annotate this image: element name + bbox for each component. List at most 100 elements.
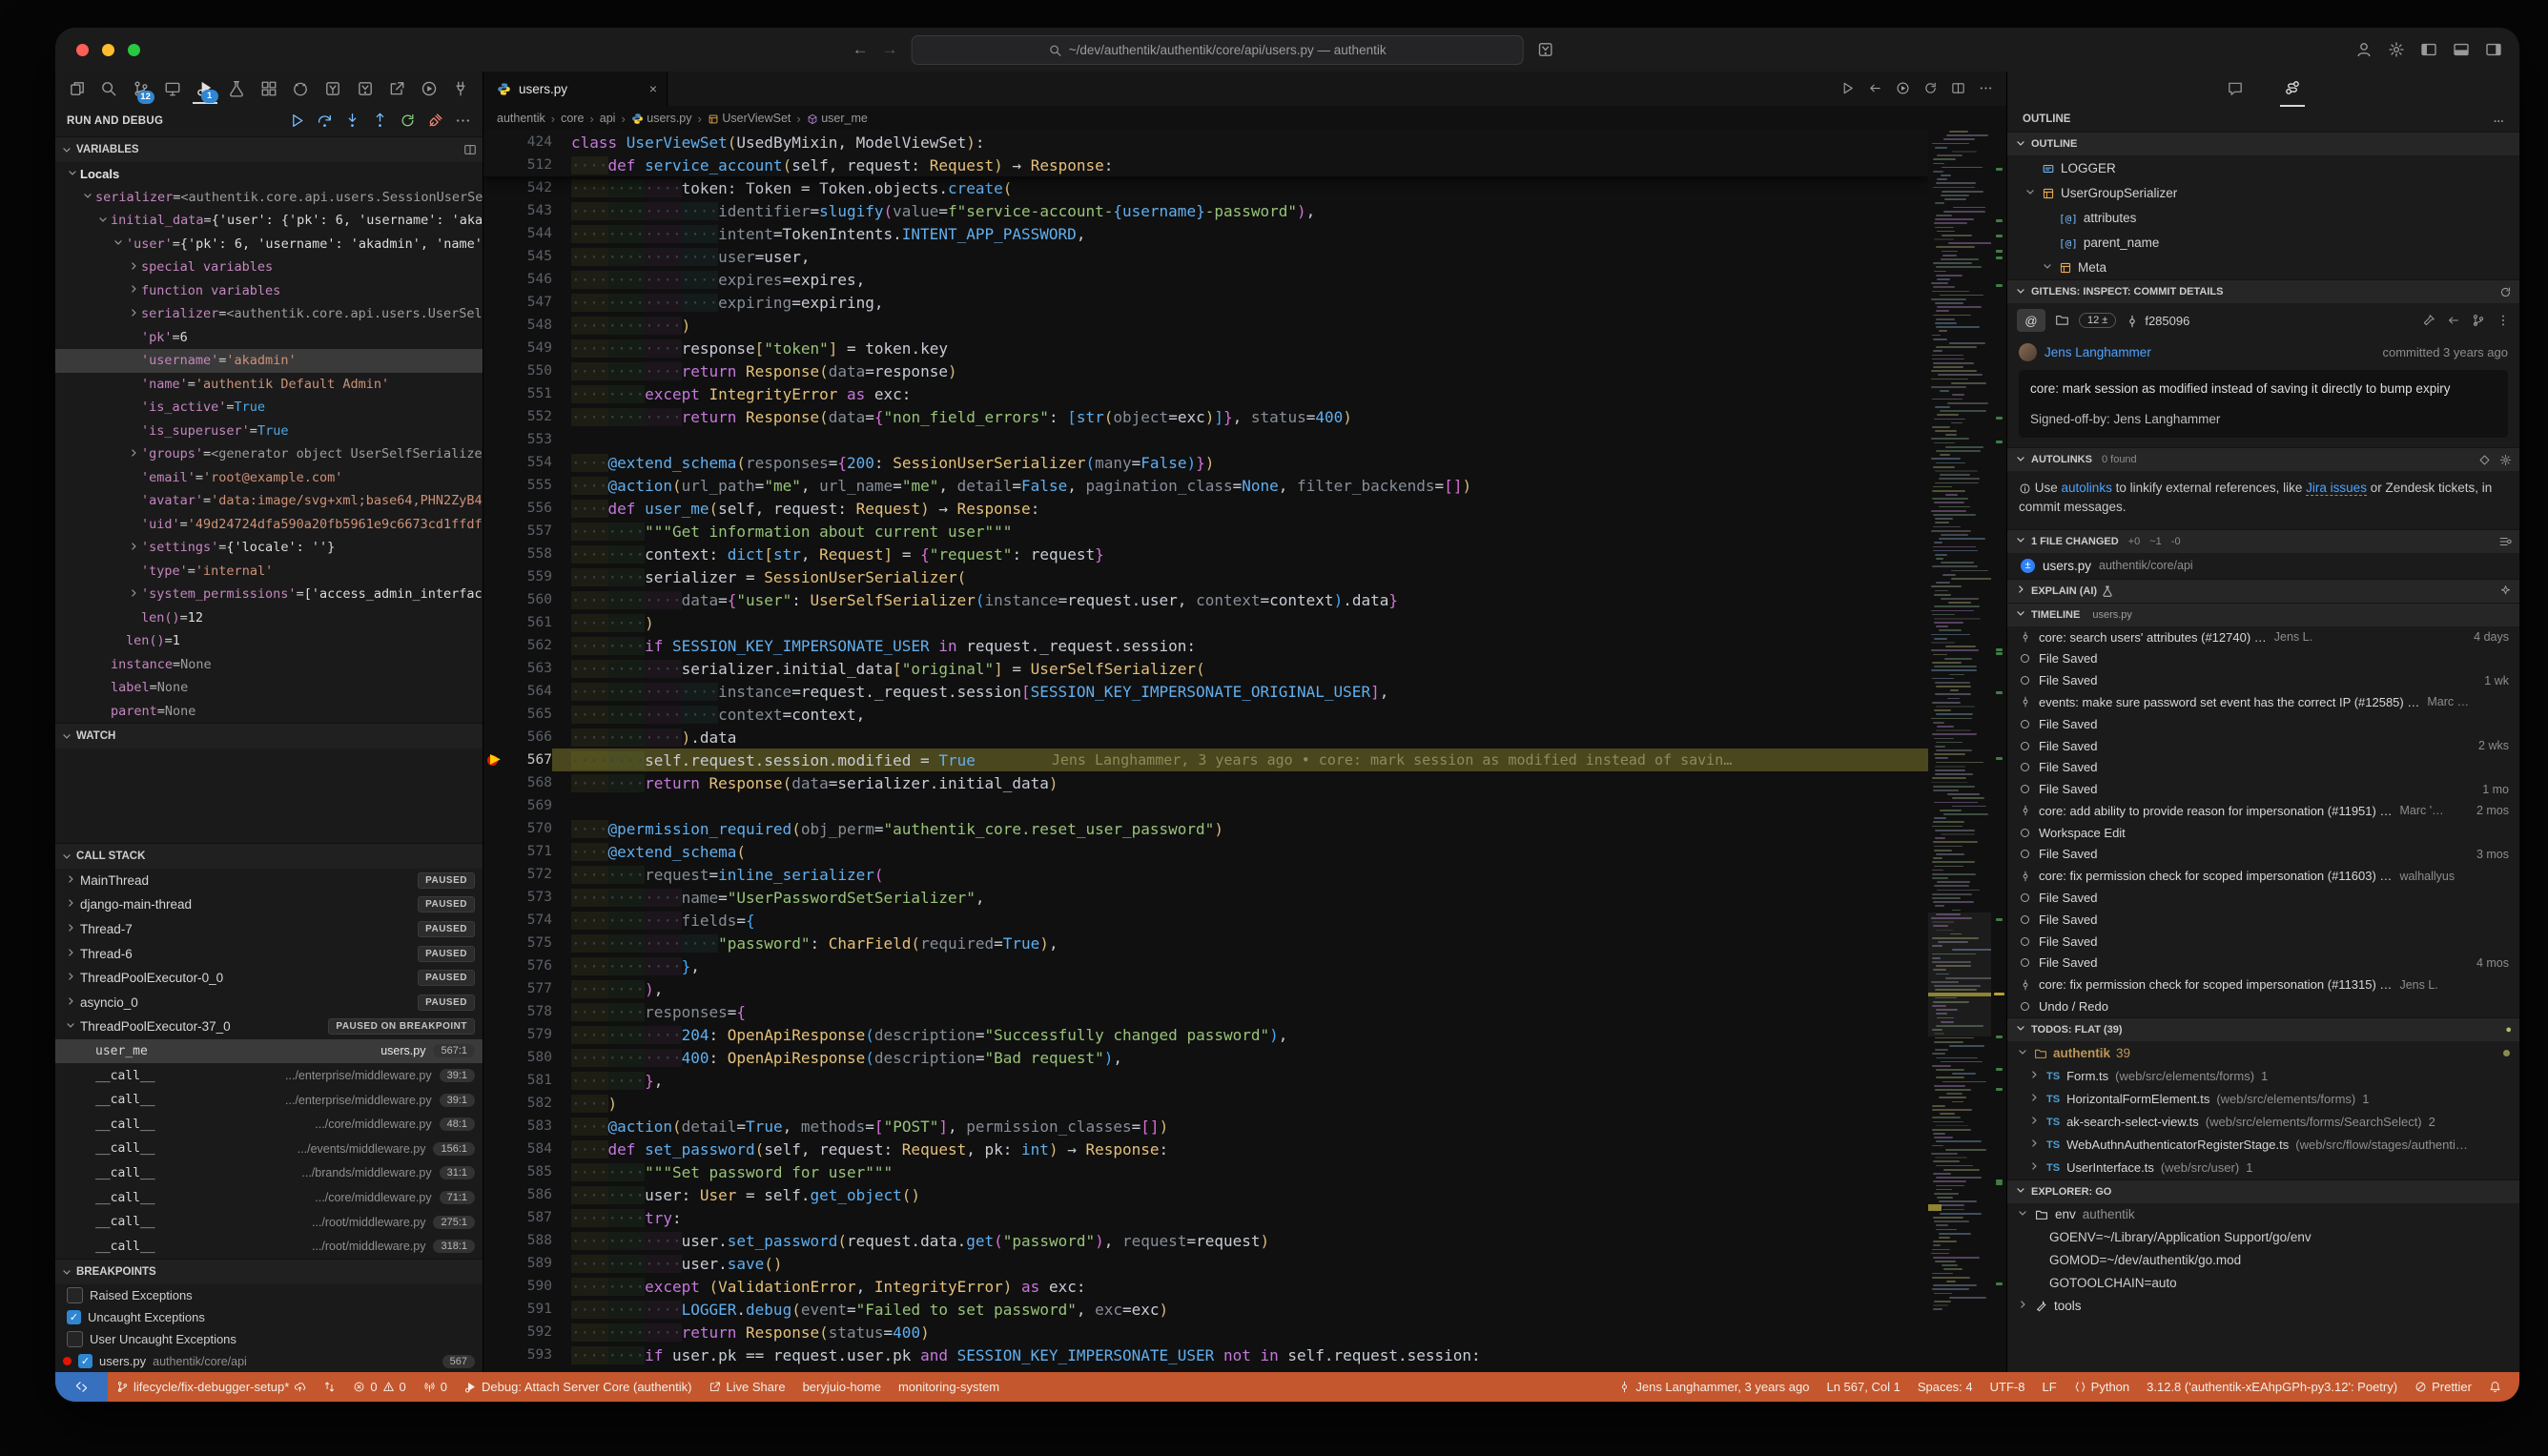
breadcrumb-item-authentik[interactable]: authentik [497,112,545,125]
line-number[interactable]: 553 [508,432,552,447]
gutter-glyph[interactable] [483,886,508,909]
call-stack-frame[interactable]: __call__.../events/middleware.py156:1 [55,1137,483,1161]
minimap[interactable] [1928,131,1991,1372]
call-stack-frame[interactable]: __call__.../brands/middleware.py31:1 [55,1161,483,1186]
statusbar-ports[interactable]: 0 [415,1372,456,1402]
activity-item-extensions[interactable] [257,74,281,103]
outline-item-meta[interactable]: Meta [2017,255,2519,279]
statusbar-debug-config[interactable]: Debug: Attach Server Core (authentik) [456,1372,700,1402]
line-number[interactable]: 564 [508,684,552,699]
gutter-glyph[interactable] [483,1023,508,1046]
gutter-glyph[interactable] [483,565,508,588]
line-number[interactable]: 572 [508,867,552,882]
gutter-glyph[interactable] [483,337,508,359]
line-number[interactable]: 570 [508,821,552,836]
call-stack-thread[interactable]: django-main-threadPAUSED [55,892,483,917]
timeline-event-item[interactable]: File Saved4 mos [2007,953,2519,974]
tree-expander-icon[interactable] [126,541,141,555]
tree-expander-icon[interactable] [126,260,141,275]
line-number[interactable]: 550 [508,363,552,379]
line-number[interactable]: 554 [508,455,552,470]
breadcrumb-item-userspy[interactable]: users.py [631,112,692,125]
gutter-glyph[interactable] [483,245,508,268]
timeline-event-item[interactable]: File Saved1 mo [2007,778,2519,800]
close-window-button[interactable] [76,44,89,56]
minimize-window-button[interactable] [102,44,114,56]
command-center-search[interactable]: ~/dev/authentik/authentik/core/api/users… [912,35,1524,65]
timeline-event-item[interactable]: File Saved [2007,647,2519,669]
outline-section-header[interactable]: OUTLINE [2007,132,2519,155]
tree-expander-icon[interactable] [2028,1092,2040,1106]
gutter-glyph[interactable] [483,1343,508,1366]
todos-group-row[interactable]: authentik 39 [2007,1041,2519,1065]
breakpoint-row[interactable]: Raised Exceptions [55,1284,483,1306]
line-number[interactable]: 558 [508,546,552,562]
activity-item-run-and-debug[interactable]: 1 [193,73,217,104]
gutter-glyph[interactable] [483,954,508,977]
gutter-glyph[interactable] [483,977,508,1000]
activity-item-tasks[interactable] [417,74,442,103]
variable-row[interactable]: 'is_superuser' = True [55,420,483,443]
gutter-glyph[interactable] [483,474,508,497]
line-number[interactable]: 580 [508,1050,552,1065]
gutter-glyph[interactable] [483,1298,508,1321]
timeline-event-item[interactable]: File Saved [2007,931,2519,953]
gutter-glyph[interactable] [483,520,508,543]
breakpoint-checkbox[interactable] [67,1331,83,1347]
timeline-event-item[interactable]: File Saved3 mos [2007,844,2519,866]
statusbar-live-share[interactable]: Live Share [700,1372,793,1402]
activity-item-explorer[interactable] [65,74,90,103]
tree-expander-icon[interactable] [65,947,80,961]
line-number[interactable]: 545 [508,249,552,264]
line-number[interactable]: 574 [508,913,552,928]
line-number[interactable]: 586 [508,1187,552,1202]
gutter-glyph[interactable] [483,909,508,932]
gutter-glyph[interactable] [483,268,508,291]
outline-item-attributes[interactable]: [@]attributes [2017,205,2519,230]
call-stack-thread[interactable]: ThreadPoolExecutor-37_0PAUSED ON BREAKPO… [55,1015,483,1039]
timeline-event-item[interactable]: File Saved [2007,713,2519,735]
timeline-event-item[interactable]: File Saved1 wk [2007,669,2519,691]
outline-item-usergroupserializer[interactable]: UserGroupSerializer [2017,180,2519,205]
variable-row[interactable]: 'avatar' = 'data:image/svg+xml;base64,PH… [55,489,483,513]
call-stack-section-header[interactable]: CALL STACK [55,843,483,869]
commit-hash[interactable]: f285096 [2145,314,2189,328]
timeline-event-item[interactable]: File Saved [2007,909,2519,931]
line-number[interactable]: 552 [508,409,552,424]
gutter-glyph[interactable] [483,497,508,520]
gutter-glyph[interactable] [483,382,508,405]
gutter-glyph[interactable] [483,359,508,382]
line-number[interactable]: 585 [508,1164,552,1179]
gutter-glyph[interactable] [483,428,508,451]
gutter-glyph[interactable] [483,199,508,222]
line-number[interactable]: 555 [508,478,552,493]
watch-section-header[interactable]: WATCH [55,723,483,749]
gutter-glyph[interactable] [483,680,508,703]
tree-expander-icon[interactable] [65,995,80,1010]
changed-file-row[interactable]: ± users.py authentik/core/api [2007,553,2519,579]
gutter-glyph[interactable] [483,588,508,611]
gutter-glyph[interactable] [483,1321,508,1343]
line-number[interactable]: 575 [508,935,552,951]
statusbar-problems[interactable]: 00 [344,1372,414,1402]
gutter-glyph[interactable] [483,1115,508,1138]
line-number[interactable]: 549 [508,340,552,356]
breakpoint-checkbox[interactable]: ✓ [67,1310,81,1324]
tree-expander-icon[interactable] [2024,186,2036,200]
line-number[interactable]: 576 [508,958,552,974]
line-number[interactable]: 512 [508,157,552,173]
breadcrumb-item-user_me[interactable]: user_me [807,112,868,125]
commit-author-row[interactable]: Jens Langhammer committed 3 years ago [2007,338,2519,366]
go-env-row[interactable]: envauthentik [2007,1203,2519,1226]
gutter-glyph[interactable] [483,1138,508,1160]
line-number[interactable]: 571 [508,844,552,859]
disconnect-button[interactable] [427,113,443,130]
line-number[interactable]: 557 [508,523,552,539]
gutter-glyph[interactable] [483,817,508,840]
split-editor-button[interactable] [1951,80,1965,97]
restart-button[interactable] [400,113,416,130]
statusbar-language-mode[interactable]: Python [2065,1372,2138,1402]
line-number[interactable]: 587 [508,1210,552,1225]
gutter-glyph[interactable] [483,840,508,863]
gutter-glyph[interactable] [483,291,508,314]
